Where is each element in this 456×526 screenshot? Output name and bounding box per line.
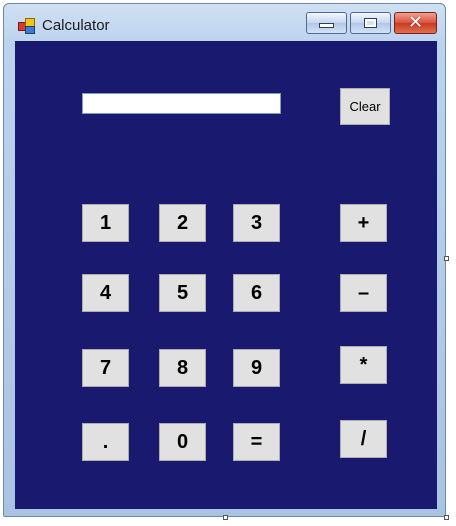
maximize-icon (364, 18, 377, 28)
resize-handle-bottom[interactable] (223, 515, 228, 520)
resize-handle-corner[interactable] (444, 515, 449, 520)
title-bar[interactable]: Calculator ✕ (4, 4, 445, 40)
plus-button[interactable]: + (340, 204, 387, 242)
decimal-point-button[interactable]: . (82, 423, 129, 461)
digit-4-button[interactable]: 4 (82, 274, 129, 312)
display-field[interactable] (82, 93, 281, 114)
minus-button[interactable]: – (340, 274, 387, 312)
digit-9-button[interactable]: 9 (233, 349, 280, 387)
digit-7-button[interactable]: 7 (82, 349, 129, 387)
digit-1-button[interactable]: 1 (82, 204, 129, 242)
digit-5-button[interactable]: 5 (159, 274, 206, 312)
resize-handle-right[interactable] (444, 256, 449, 261)
digit-8-button[interactable]: 8 (159, 349, 206, 387)
close-button[interactable]: ✕ (394, 12, 437, 34)
calculator-body: Clear 1 2 3 + 4 5 6 – 7 8 9 * . 0 = / (15, 41, 437, 509)
window-title: Calculator (42, 17, 110, 34)
equals-button[interactable]: = (233, 423, 280, 461)
digit-2-button[interactable]: 2 (159, 204, 206, 242)
clear-button[interactable]: Clear (340, 88, 390, 125)
minimize-icon (319, 23, 334, 28)
app-icon (18, 18, 36, 34)
calculator-window: Calculator ✕ Clear 1 2 3 + 4 5 6 – 7 8 9… (3, 3, 446, 517)
digit-0-button[interactable]: 0 (159, 423, 206, 461)
digit-6-button[interactable]: 6 (233, 274, 280, 312)
divide-button[interactable]: / (340, 420, 387, 458)
maximize-button[interactable] (350, 12, 391, 34)
multiply-button[interactable]: * (340, 346, 387, 384)
window-controls: ✕ (303, 12, 437, 36)
close-icon: ✕ (407, 12, 424, 33)
minimize-button[interactable] (306, 12, 347, 34)
digit-3-button[interactable]: 3 (233, 204, 280, 242)
